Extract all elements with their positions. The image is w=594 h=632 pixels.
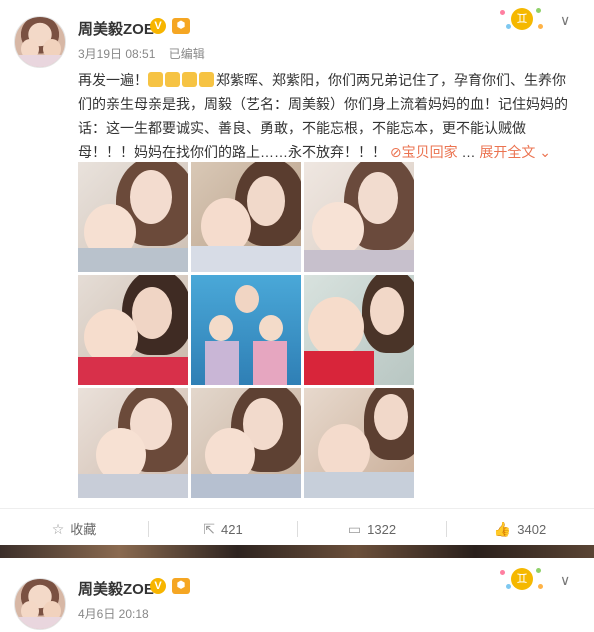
photo-grid [78, 162, 414, 498]
thumbs-up-icon: 👍 [493, 521, 512, 537]
photo-strip-divider [0, 545, 594, 558]
chevron-down-icon[interactable]: ∨ [560, 572, 570, 589]
author-name[interactable]: 周美毅ZOE [78, 578, 154, 599]
expand-text: 展开全文 [479, 144, 536, 160]
topic-link-text: 宝贝回家 [401, 144, 458, 160]
post-date[interactable]: 3月19日 08:51 [78, 47, 155, 61]
expand-chevron-icon: ⌄ [539, 144, 552, 160]
weibo-post: 周美毅ZOE V ⬢ 3月19日 08:51 已编辑 ♊ ∨ 再发一遍！ 郑紫晖、… [0, 0, 594, 545]
post-meta: 4月6日 20:18 [78, 605, 159, 622]
emoji-icon [165, 72, 180, 87]
post-text-start: 再发一遍！ [78, 72, 148, 88]
favorite-button[interactable]: ☆ 收藏 [0, 509, 148, 549]
verified-badge-icon: V [150, 18, 166, 34]
member-badge-icon: ⬢ [172, 18, 190, 34]
post-text: 再发一遍！ 郑紫晖、郑紫阳，你们两兄弟记住了，孕育你们、生养你们的亲生母亲是我，周… [78, 72, 568, 160]
gemini-icon: ♊ [498, 4, 544, 34]
comment-icon: ▭ [347, 521, 362, 537]
post-meta: 3月19日 08:51 已编辑 [78, 45, 215, 62]
verified-badge-icon: V [150, 578, 166, 594]
comment-button[interactable]: ▭ 1322 [298, 509, 446, 549]
photo-thumbnail[interactable] [78, 275, 188, 385]
photo-thumbnail[interactable] [304, 275, 414, 385]
like-button[interactable]: 👍 3402 [446, 509, 594, 549]
chevron-down-icon[interactable]: ∨ [560, 12, 570, 29]
avatar-shirt [19, 55, 63, 67]
emoji-icon [182, 72, 197, 87]
link-icon: ⊘ [389, 144, 402, 160]
topic-link[interactable]: ⊘宝贝回家 [390, 144, 458, 160]
emoji-icon [148, 72, 163, 87]
author-name[interactable]: 周美毅ZOE [78, 18, 154, 39]
photo-thumbnail[interactable] [304, 388, 414, 498]
avatar[interactable] [14, 16, 66, 68]
photo-thumbnail[interactable] [191, 388, 301, 498]
repost-count: 421 [221, 522, 243, 537]
repost-icon: ⇱ [203, 521, 216, 537]
emoji-icon [199, 72, 214, 87]
zodiac-glyph: ♊ [511, 568, 533, 590]
post-date[interactable]: 4月6日 20:18 [78, 607, 149, 621]
favorite-label: 收藏 [70, 522, 97, 537]
comment-count: 1322 [367, 522, 397, 537]
edited-label: 已编辑 [168, 47, 205, 61]
like-count: 3402 [517, 522, 547, 537]
weibo-post: 周美毅ZOE V ⬢ 4月6日 20:18 ♊ ∨ [0, 558, 594, 632]
expand-full-text-link[interactable]: 展开全文 ⌄ [479, 144, 551, 160]
gemini-icon: ♊ [498, 564, 544, 594]
photo-thumbnail[interactable] [191, 162, 301, 272]
avatar[interactable] [14, 578, 66, 630]
photo-thumbnail[interactable] [78, 388, 188, 498]
photo-thumbnail[interactable] [78, 162, 188, 272]
avatar-shirt [19, 617, 63, 629]
photo-thumbnail[interactable] [191, 275, 301, 385]
zodiac-glyph: ♊ [511, 8, 533, 30]
repost-button[interactable]: ⇱ 421 [149, 509, 297, 549]
star-icon: ☆ [51, 521, 65, 537]
photo-thumbnail[interactable] [304, 162, 414, 272]
action-bar: ☆ 收藏 ⇱ 421 ▭ 1322 👍 3402 [0, 508, 594, 548]
member-badge-icon: ⬢ [172, 578, 190, 594]
